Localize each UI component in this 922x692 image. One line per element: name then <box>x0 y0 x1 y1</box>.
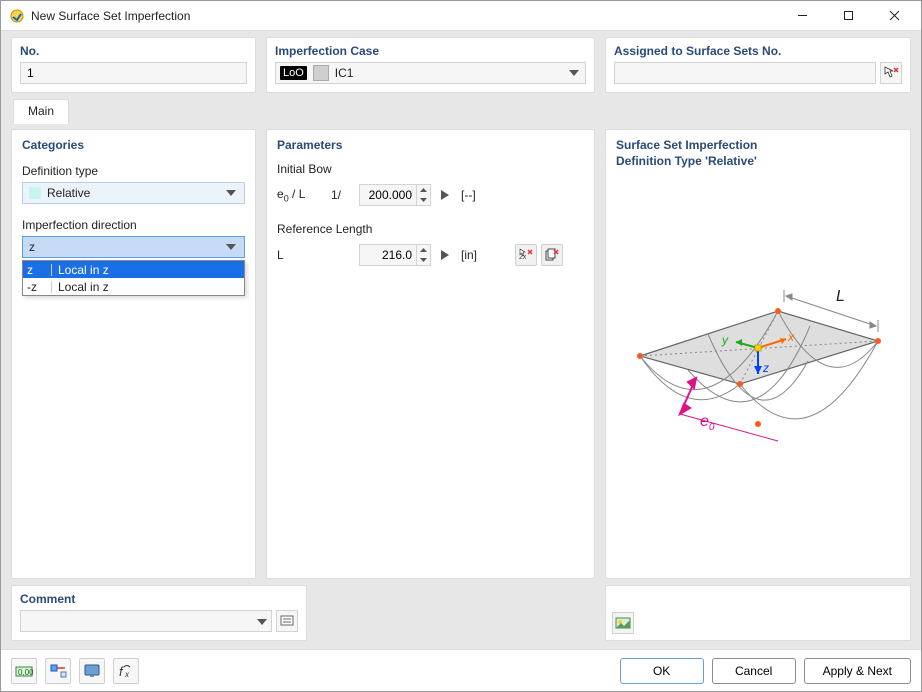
tab-main[interactable]: Main <box>13 99 69 124</box>
tab-strip: Main <box>11 99 911 124</box>
display-button[interactable] <box>79 658 105 684</box>
imperfection-direction-dropdown: z Local in z -z Local in z <box>22 260 245 296</box>
case-tag: LoO <box>280 66 307 80</box>
units-button[interactable]: 0,00 <box>11 658 37 684</box>
close-button[interactable] <box>871 2 917 30</box>
spin-down-button[interactable] <box>417 195 430 205</box>
input-l-text[interactable] <box>360 245 416 265</box>
input-no[interactable] <box>20 62 247 84</box>
function-button[interactable]: f x <box>113 658 139 684</box>
spinner-l <box>416 245 430 265</box>
label-one-over: 1/ <box>331 188 353 202</box>
input-l[interactable] <box>359 244 431 266</box>
model-view-button[interactable] <box>45 658 71 684</box>
pick-surface-sets-button[interactable] <box>880 62 902 84</box>
input-assigned-surface-sets[interactable] <box>614 62 876 84</box>
unit-l: [in] <box>461 248 477 262</box>
imperfection-direction-combo[interactable]: z z Local in z -z <box>22 236 245 258</box>
content-row: Categories Definition type Relative Impe… <box>11 129 911 579</box>
panel-imperfection-case: Imperfection Case LoO IC1 <box>266 37 595 93</box>
direction-option-minus-z[interactable]: -z Local in z <box>23 278 244 295</box>
panel-assigned-surface-sets: Assigned to Surface Sets No. <box>605 37 911 93</box>
bottom-bar: 0,00 f x OK Cancel Apply & <box>1 649 921 691</box>
spin-down-button[interactable] <box>417 255 430 265</box>
axis-z-label: z <box>762 361 769 375</box>
comment-manage-button[interactable] <box>276 610 298 632</box>
reset-length-button[interactable]: 2x <box>515 244 537 266</box>
panel-no: No. <box>11 37 256 93</box>
svg-text:x: x <box>124 670 130 679</box>
chevron-down-icon <box>567 70 581 76</box>
svg-text:0,00: 0,00 <box>18 668 33 677</box>
unit-e0: [--] <box>461 188 476 202</box>
case-value: IC1 <box>335 66 561 80</box>
reference-length-tools: 2x <box>515 244 563 266</box>
dialog-window: New Surface Set Imperfection No. Imperfe… <box>0 0 922 692</box>
axis-x-label: x <box>787 330 795 344</box>
ok-button[interactable]: OK <box>620 658 704 684</box>
label-definition-type: Definition type <box>22 164 245 178</box>
spinner-e0-over-l <box>416 185 430 205</box>
svg-text:f: f <box>119 664 124 679</box>
step-next-button[interactable] <box>437 244 453 266</box>
cancel-button[interactable]: Cancel <box>712 658 796 684</box>
input-e0-over-l[interactable] <box>359 184 431 206</box>
label-no: No. <box>20 44 247 58</box>
preview-diagram: L <box>616 189 900 562</box>
label-e0-over-l: e0 / L <box>277 187 325 203</box>
minimize-button[interactable] <box>779 2 825 30</box>
divider <box>51 264 52 276</box>
app-icon <box>9 8 25 24</box>
input-e0-over-l-text[interactable] <box>360 185 416 205</box>
definition-type-value: Relative <box>47 186 218 200</box>
preview-line2: Definition Type 'Relative' <box>616 154 900 170</box>
spin-up-button[interactable] <box>417 245 430 255</box>
direction-option-z[interactable]: z Local in z <box>23 261 244 278</box>
preview-line1: Surface Set Imperfection <box>616 138 900 154</box>
panel-preview-tools <box>605 585 911 641</box>
row-reference-length: L [in] <box>277 244 584 266</box>
case-color-swatch <box>313 65 329 81</box>
imperfection-direction-value: z <box>29 240 218 254</box>
comment-row: Comment <box>11 585 911 641</box>
preview-e0-label: e0 <box>700 413 715 433</box>
chevron-down-icon <box>224 244 238 250</box>
copy-length-button[interactable] <box>541 244 563 266</box>
definition-type-combo[interactable]: Relative <box>22 182 245 204</box>
preview-heading: Surface Set Imperfection Definition Type… <box>616 138 900 169</box>
chevron-down-icon <box>224 190 238 196</box>
panel-preview: Surface Set Imperfection Definition Type… <box>605 129 911 579</box>
step-next-button[interactable] <box>437 184 453 206</box>
axis-y-label: y <box>721 333 729 347</box>
label-initial-bow: Initial Bow <box>277 162 584 176</box>
client-area: No. Imperfection Case LoO IC1 Assigned t… <box>1 31 921 649</box>
titlebar: New Surface Set Imperfection <box>1 1 921 31</box>
chevron-down-icon <box>257 614 267 628</box>
parameters-title: Parameters <box>277 138 584 152</box>
comment-combo[interactable] <box>20 610 272 632</box>
apply-next-button[interactable]: Apply & Next <box>804 658 911 684</box>
imperfection-case-combo[interactable]: LoO IC1 <box>275 62 586 84</box>
panel-parameters: Parameters Initial Bow e0 / L 1/ <box>266 129 595 579</box>
label-assigned-surface-sets: Assigned to Surface Sets No. <box>614 44 902 58</box>
top-row: No. Imperfection Case LoO IC1 Assigned t… <box>11 37 911 93</box>
panel-comment: Comment <box>11 585 307 641</box>
row-e0-over-l: e0 / L 1/ [--] <box>277 184 584 206</box>
definition-type-swatch <box>29 187 41 199</box>
label-reference-length: Reference Length <box>277 222 584 236</box>
window-title: New Surface Set Imperfection <box>31 9 779 23</box>
spin-up-button[interactable] <box>417 185 430 195</box>
categories-title: Categories <box>22 138 245 152</box>
label-l: L <box>277 248 325 262</box>
maximize-button[interactable] <box>825 2 871 30</box>
label-imperfection-case: Imperfection Case <box>275 44 586 58</box>
label-imperfection-direction: Imperfection direction <box>22 218 245 232</box>
preview-tool-button[interactable] <box>612 612 634 634</box>
panel-categories: Categories Definition type Relative Impe… <box>11 129 256 579</box>
label-comment: Comment <box>20 592 298 606</box>
preview-l-label: L <box>836 288 845 305</box>
divider <box>51 281 52 293</box>
